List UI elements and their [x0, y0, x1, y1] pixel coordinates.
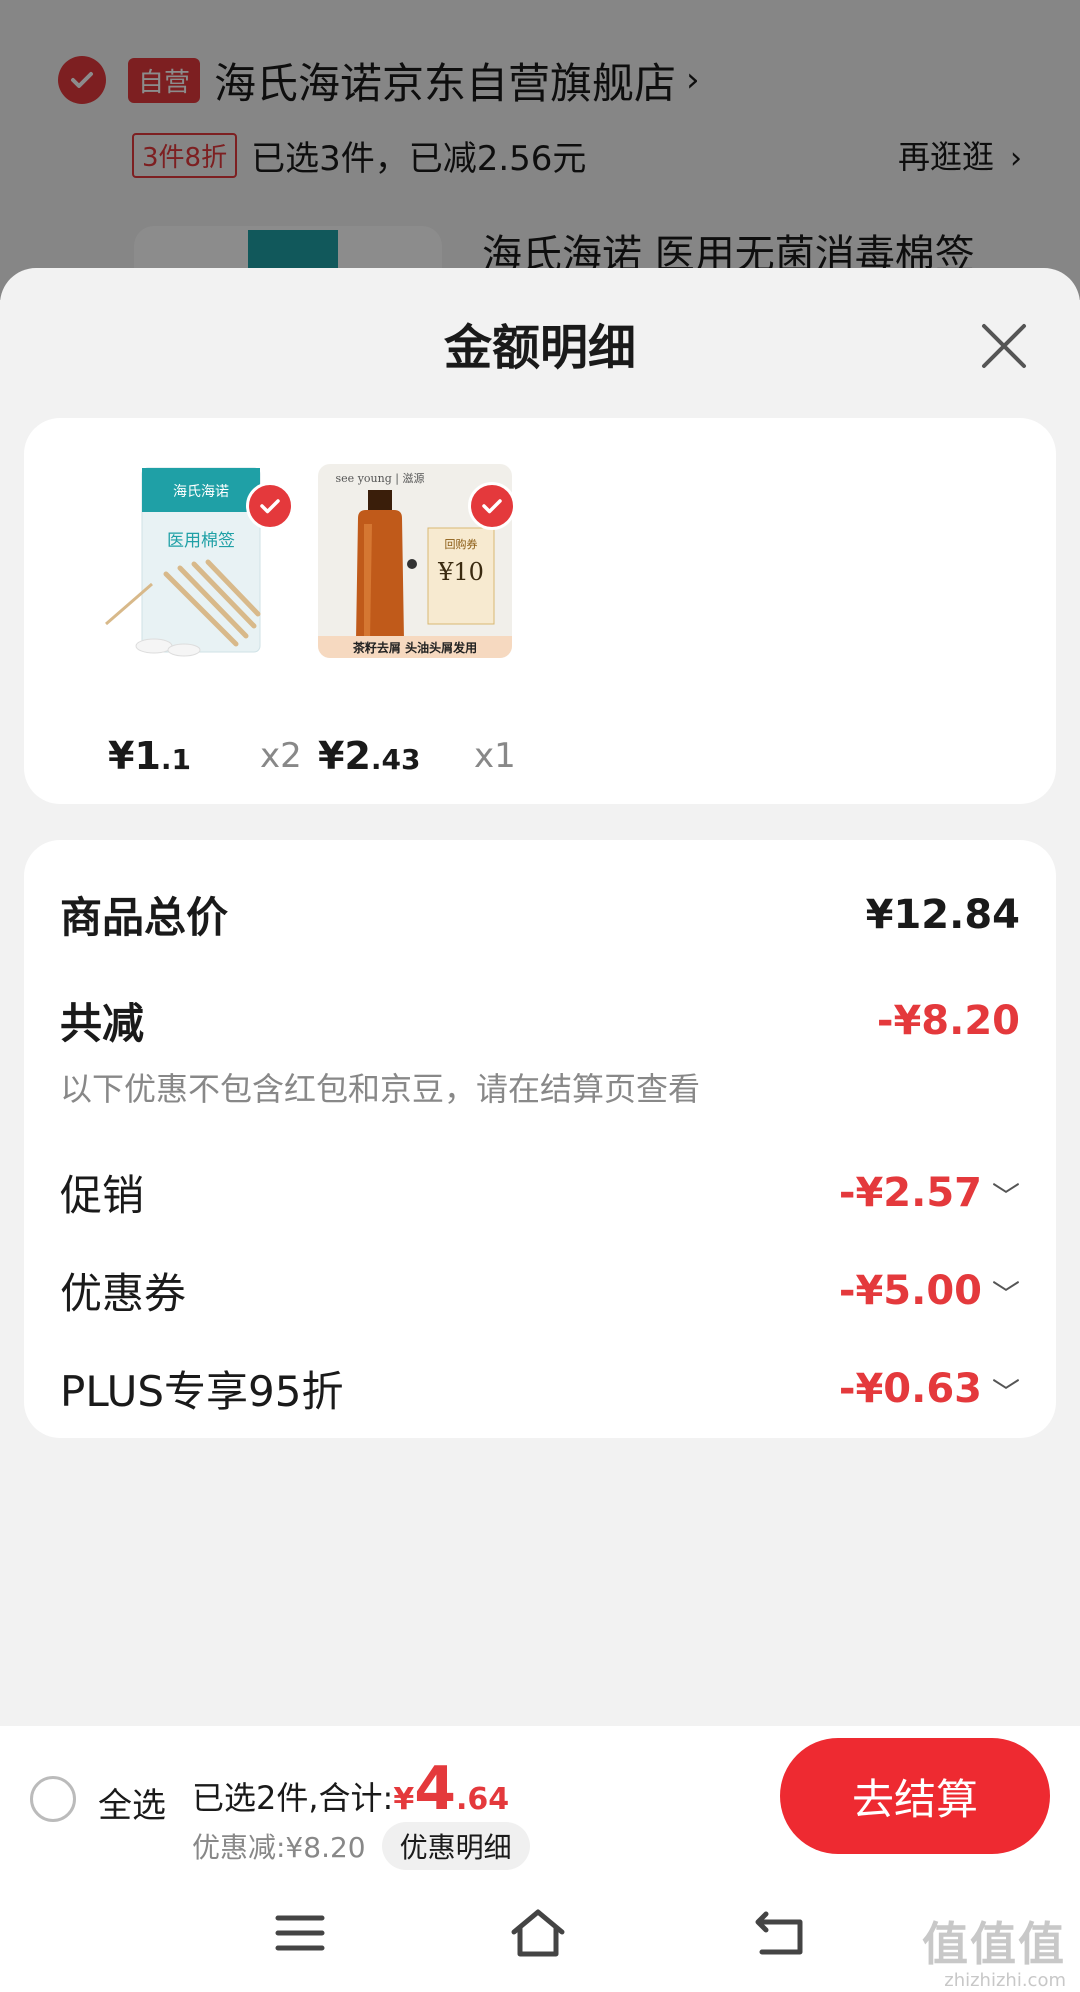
chevron-down-icon[interactable]: ﹀ [992, 1376, 1020, 1409]
menu-icon[interactable] [272, 1908, 328, 1958]
price-decimal: .43 [370, 743, 421, 776]
total-discount-value: -¥8.20 [876, 997, 1020, 1044]
discount-line: 优惠减:¥8.20 优惠明细 [192, 1822, 530, 1870]
price-decimal: .1 [160, 743, 192, 776]
price-integer: ¥2 [318, 734, 371, 778]
goods-total-label: 商品总价 [60, 893, 229, 942]
discount-item-value: -¥2.57 ﹀ [839, 1170, 1020, 1216]
discount-item-label: 促销 [60, 1171, 145, 1220]
watermark-logo: 值值值 zhizhizhi.com [922, 1908, 1066, 1991]
discount-detail-button[interactable]: 优惠明细 [381, 1822, 530, 1870]
discount-note: 以下优惠不包含红包和京豆，请在结算页查看 [60, 1070, 701, 1108]
discount-item-amount: -¥0.63 [838, 1365, 982, 1412]
product-quantity: x2 [260, 736, 302, 776]
amount-detail-sheet: 金额明细 海氏海诺 医用棉签 ¥1.1 x2 see young | 滋源 回购… [0, 268, 1080, 1726]
product-price: ¥1.1 [108, 734, 191, 778]
total-decimal: .64 [455, 1782, 510, 1817]
coupon-value-text: ¥10 [437, 558, 484, 586]
shampoo-caption-text: 茶籽去屑 头油头屑发用 [352, 640, 477, 655]
discount-item-amount: -¥2.57 [838, 1169, 982, 1216]
discount-item-row[interactable]: 促销 -¥2.57 ﹀ [60, 1162, 1020, 1223]
chevron-down-icon[interactable]: ﹀ [992, 1180, 1020, 1213]
goods-total-value: ¥12.84 [865, 891, 1020, 938]
price-integer: ¥1 [108, 734, 161, 778]
package-label-text: 医用棉签 [167, 531, 235, 551]
watermark-url: zhizhizhi.com [944, 1970, 1066, 1991]
total-integer: 4 [414, 1754, 456, 1824]
system-navigation-bar: 值值值 zhizhizhi.com [0, 1872, 1080, 1992]
selected-count-text: 已选2件,合计: [192, 1779, 394, 1817]
goods-total-row: 商品总价 ¥12.84 [60, 884, 1020, 945]
chevron-down-icon[interactable]: ﹀ [992, 1278, 1020, 1311]
discount-amount-text: 优惠减:¥8.20 [192, 1831, 366, 1864]
package-brand-text: 海氏海诺 [173, 484, 229, 500]
product-price: ¥2.43 [318, 734, 421, 778]
select-all-radio[interactable] [30, 1776, 76, 1822]
total-yen: ¥ [393, 1782, 415, 1817]
back-icon[interactable] [752, 1908, 808, 1958]
total-discount-row: 共减 -¥8.20 [60, 990, 1020, 1051]
watermark-glyphs: 值值值 [922, 1917, 1066, 1971]
sheet-title: 金额明细 [443, 320, 636, 376]
checkout-bar: 全选 已选2件,合计: ¥4.64 优惠减:¥8.20 优惠明细 去结算 [0, 1726, 1080, 1872]
total-price: ¥4.64 [393, 1754, 509, 1824]
shampoo-brand-text: see young | 滋源 [336, 471, 425, 486]
product-check-icon[interactable] [468, 482, 516, 530]
checkout-button[interactable]: 去结算 [780, 1738, 1050, 1854]
product-quantity: x1 [474, 736, 516, 776]
dim-overlay[interactable] [0, 0, 1080, 300]
selected-summary: 已选2件,合计: ¥4.64 [192, 1754, 509, 1824]
product-check-icon[interactable] [246, 482, 294, 530]
discount-item-label: PLUS专享95折 [60, 1367, 344, 1416]
coupon-label-text: 回购券 [445, 537, 478, 551]
discount-item-value: -¥0.63 ﹀ [839, 1366, 1020, 1412]
total-discount-label: 共减 [60, 999, 145, 1048]
discount-item-row[interactable]: 优惠券 -¥5.00 ﹀ [60, 1260, 1020, 1321]
close-icon[interactable] [976, 318, 1032, 374]
price-summary-card: 商品总价 ¥12.84 共减 -¥8.20 以下优惠不包含红包和京豆，请在结算页… [24, 840, 1056, 1438]
discount-item-amount: -¥5.00 [838, 1267, 982, 1314]
background-cart: 自营 海氏海诺京东自营旗舰店 › 3件8折 已选3件，已减2.56元 再逛逛 › … [0, 0, 1080, 306]
home-icon[interactable] [510, 1908, 566, 1958]
discount-item-row[interactable]: PLUS专享95折 -¥0.63 ﹀ [60, 1358, 1020, 1419]
discount-item-label: 优惠券 [60, 1269, 187, 1318]
select-all-label[interactable]: 全选 [98, 1778, 166, 1827]
products-card: 海氏海诺 医用棉签 ¥1.1 x2 see young | 滋源 回购券 ¥10… [24, 418, 1056, 804]
discount-item-value: -¥5.00 ﹀ [839, 1268, 1020, 1314]
